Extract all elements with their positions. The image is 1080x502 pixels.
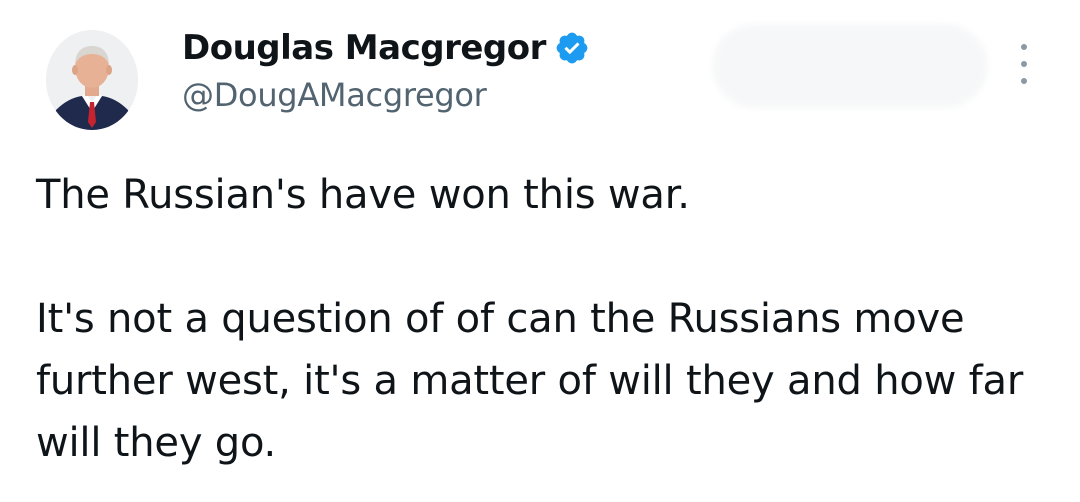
blurred-region xyxy=(712,24,988,108)
more-dot xyxy=(1021,61,1027,67)
profile-photo-icon xyxy=(46,30,138,130)
tweet-paragraph: It's not a question of of can the Russia… xyxy=(36,296,1024,466)
user-handle[interactable]: @DougAMacgregor xyxy=(182,76,590,114)
more-options-icon[interactable] xyxy=(1012,44,1036,84)
name-row: Douglas Macgregor xyxy=(182,26,590,70)
more-dot xyxy=(1021,78,1027,84)
tweet-card: Douglas Macgregor @DougAMacgregor The Ru… xyxy=(0,0,1080,502)
author-block: Douglas Macgregor @DougAMacgregor xyxy=(182,26,590,114)
avatar[interactable] xyxy=(46,30,138,130)
tweet-text: The Russian's have won this war. It's no… xyxy=(36,164,1046,474)
display-name[interactable]: Douglas Macgregor xyxy=(182,28,546,68)
more-dot xyxy=(1021,44,1027,50)
tweet-paragraph: The Russian's have won this war. xyxy=(36,172,690,218)
verified-badge-icon[interactable] xyxy=(554,30,590,66)
